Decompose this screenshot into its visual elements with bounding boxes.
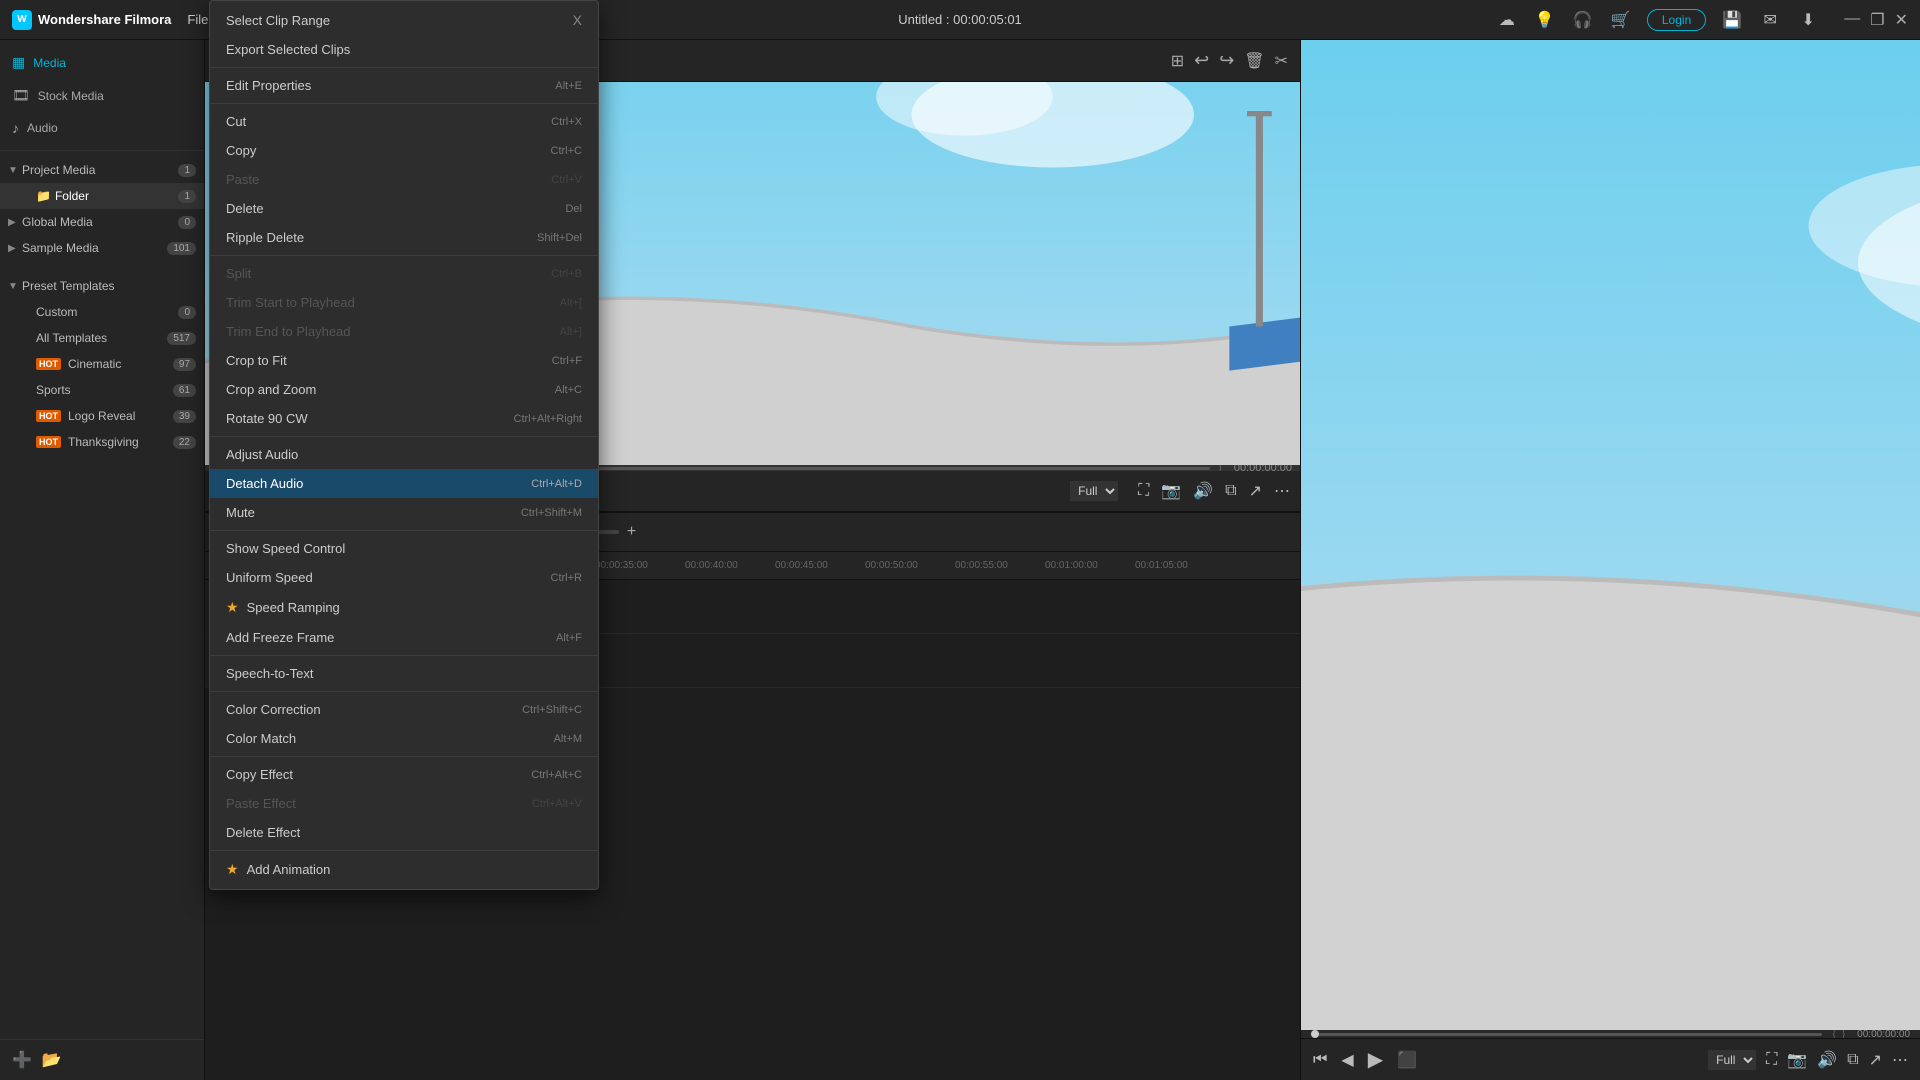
context-menu-close[interactable]: X [573,12,582,28]
ctx-add-animation[interactable]: ★ Add Animation [210,854,598,885]
ctx-select-clip-range: Select Clip Range X [210,5,598,35]
ctx-ripple-delete[interactable]: Ripple Delete Shift+Del [210,223,598,252]
ctx-edit-properties[interactable]: Edit Properties Alt+E [210,71,598,100]
ctx-mute[interactable]: Mute Ctrl+Shift+M [210,498,598,527]
ctx-speed-ramping[interactable]: ★ Speed Ramping [210,592,598,623]
ctx-speech-to-text[interactable]: Speech-to-Text [210,659,598,688]
ctx-copy[interactable]: Copy Ctrl+C [210,136,598,165]
ctx-divider-6 [210,655,598,656]
ctx-paste[interactable]: Paste Ctrl+V [210,165,598,194]
ctx-trim-start[interactable]: Trim Start to Playhead Alt+[ [210,288,598,317]
ctx-delete[interactable]: Delete Del [210,194,598,223]
ctx-divider-1 [210,67,598,68]
ctx-adjust-audio[interactable]: Adjust Audio [210,440,598,469]
ctx-color-match[interactable]: Color Match Alt+M [210,724,598,753]
ctx-detach-audio[interactable]: Detach Audio Ctrl+Alt+D [210,469,598,498]
ctx-crop-zoom[interactable]: Crop and Zoom Alt+C [210,375,598,404]
ctx-trim-end[interactable]: Trim End to Playhead Alt+] [210,317,598,346]
ctx-color-correction[interactable]: Color Correction Ctrl+Shift+C [210,695,598,724]
ctx-divider-7 [210,691,598,692]
ctx-uniform-speed[interactable]: Uniform Speed Ctrl+R [210,563,598,592]
ctx-divider-5 [210,530,598,531]
ctx-divider-3 [210,255,598,256]
ctx-cut[interactable]: Cut Ctrl+X [210,107,598,136]
ctx-show-speed[interactable]: Show Speed Control [210,534,598,563]
ctx-divider-8 [210,756,598,757]
ctx-divider-9 [210,850,598,851]
premium-star-icon: ★ [226,599,239,616]
ctx-split[interactable]: Split Ctrl+B [210,259,598,288]
ctx-export-selected[interactable]: Export Selected Clips [210,35,598,64]
ctx-delete-effect[interactable]: Delete Effect [210,818,598,847]
context-menu: Select Clip Range X Export Selected Clip… [209,0,599,890]
ctx-divider-2 [210,103,598,104]
ctx-rotate-90[interactable]: Rotate 90 CW Ctrl+Alt+Right [210,404,598,433]
ctx-copy-effect[interactable]: Copy Effect Ctrl+Alt+C [210,760,598,789]
ctx-divider-4 [210,436,598,437]
ctx-crop-fit[interactable]: Crop to Fit Ctrl+F [210,346,598,375]
ctx-paste-effect[interactable]: Paste Effect Ctrl+Alt+V [210,789,598,818]
ctx-freeze-frame[interactable]: Add Freeze Frame Alt+F [210,623,598,652]
premium-star-animation-icon: ★ [226,861,239,878]
